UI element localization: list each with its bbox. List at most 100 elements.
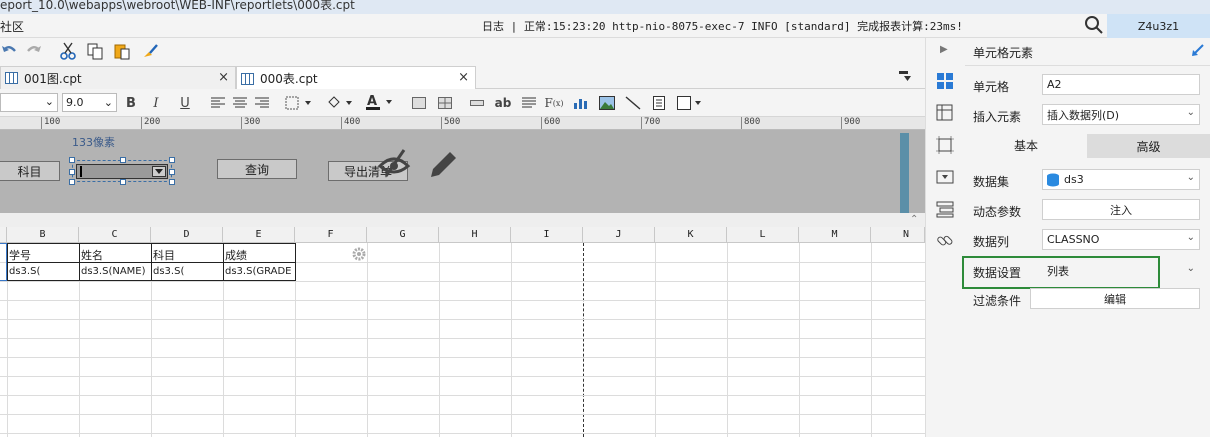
collapse-up-icon[interactable]: ⌃: [910, 214, 918, 225]
split-cells-icon[interactable]: [436, 94, 454, 112]
tab-basic[interactable]: 基本: [965, 134, 1087, 158]
cell-element-icon[interactable]: [677, 94, 703, 112]
slash-icon[interactable]: [624, 94, 642, 112]
column-header[interactable]: L: [727, 227, 799, 243]
table-header-cell[interactable]: 成绩: [225, 247, 247, 263]
table-header-cell[interactable]: 科目: [153, 247, 175, 263]
hyperlink-icon[interactable]: [936, 232, 954, 250]
column-header[interactable]: N: [871, 227, 925, 243]
align-left-icon[interactable]: [209, 94, 227, 112]
column-header-a[interactable]: [0, 227, 7, 243]
align-right-icon[interactable]: [253, 94, 271, 112]
resize-handle[interactable]: [169, 169, 175, 175]
column-header[interactable]: G: [367, 227, 439, 243]
column-header[interactable]: I: [511, 227, 583, 243]
row-icon[interactable]: [468, 94, 486, 112]
merge-cells-icon[interactable]: [410, 94, 428, 112]
condition-attr-icon[interactable]: [936, 200, 954, 218]
table-data-cell[interactable]: ds3.S(: [9, 266, 79, 277]
close-icon[interactable]: ×: [458, 70, 469, 85]
settings-gear-icon[interactable]: [352, 247, 366, 261]
table-data-cell[interactable]: ds3.S(NAME): [81, 266, 151, 277]
column-header[interactable]: K: [655, 227, 727, 243]
cell-address-input[interactable]: A2: [1042, 74, 1200, 95]
font-size-select[interactable]: 9.0 ⌄: [62, 93, 117, 112]
tab-advanced[interactable]: 高级: [1087, 134, 1210, 158]
log-status[interactable]: 日志 | 正常:15:23:20 http-nio-8075-exec-7 IN…: [482, 18, 963, 34]
column-header[interactable]: E: [223, 227, 295, 243]
parameter-pane: 科目 133像素 查询 导出清单: [0, 130, 925, 213]
tab-000-table[interactable]: 000表.cpt ×: [236, 66, 476, 90]
format-brush-icon[interactable]: [141, 42, 159, 60]
widget-icon[interactable]: [936, 168, 954, 186]
resize-handle[interactable]: [69, 169, 75, 175]
fill-color-icon[interactable]: [325, 94, 355, 112]
data-column-select[interactable]: CLASSNO ⌄: [1042, 229, 1200, 250]
table-header-cell[interactable]: 学号: [9, 247, 31, 263]
text-icon[interactable]: ab: [494, 94, 512, 112]
hide-eye-icon[interactable]: [377, 146, 411, 180]
cell-element-tab-icon[interactable]: [936, 72, 954, 90]
resize-handle[interactable]: [120, 179, 126, 185]
bold-icon[interactable]: B: [122, 94, 140, 112]
user-account[interactable]: Z4u3z1: [1107, 14, 1210, 38]
column-header[interactable]: F: [295, 227, 367, 243]
cell-attribute-icon[interactable]: [936, 104, 954, 122]
undo-icon[interactable]: [0, 42, 18, 60]
tab-001-chart[interactable]: 001图.cpt ×: [0, 66, 236, 89]
image-icon[interactable]: [598, 94, 616, 112]
combo-box-widget[interactable]: [69, 157, 175, 185]
column-header[interactable]: M: [799, 227, 871, 243]
table-header-cell[interactable]: 姓名: [81, 247, 103, 263]
inject-button[interactable]: 注入: [1042, 199, 1200, 220]
chevron-down-icon: ⌄: [103, 96, 113, 109]
column-header[interactable]: B: [7, 227, 79, 243]
pane-scroll-handle[interactable]: [900, 133, 909, 213]
filter-edit-button[interactable]: 编辑: [1030, 288, 1200, 309]
column-header[interactable]: H: [439, 227, 511, 243]
dataset-select[interactable]: ds3 ⌄: [1042, 169, 1200, 190]
search-icon[interactable]: [1084, 15, 1104, 35]
resize-handle[interactable]: [69, 157, 75, 163]
combo-box-field[interactable]: [76, 164, 168, 179]
sub-report-icon[interactable]: [650, 94, 668, 112]
expand-right-icon[interactable]: ▶: [940, 44, 948, 55]
frame-icon[interactable]: [936, 136, 954, 154]
query-button[interactable]: 查询: [217, 159, 297, 179]
resize-handle[interactable]: [169, 179, 175, 185]
subject-label[interactable]: 科目: [0, 161, 60, 181]
formula-icon[interactable]: F (x): [544, 94, 563, 112]
menu-community[interactable]: 社区: [0, 18, 24, 35]
resize-handle[interactable]: [120, 157, 126, 163]
close-icon[interactable]: ×: [218, 70, 229, 85]
column-header[interactable]: J: [583, 227, 655, 243]
insert-element-label: 插入元素: [973, 110, 1022, 124]
align-center-icon[interactable]: [231, 94, 249, 112]
selected-cell-a2[interactable]: [0, 243, 7, 281]
insert-element-select[interactable]: 插入数据列(D) ⌄: [1042, 104, 1200, 125]
border-icon[interactable]: [284, 94, 314, 112]
copy-icon[interactable]: [86, 42, 104, 60]
column-header[interactable]: C: [79, 227, 151, 243]
cut-icon[interactable]: [59, 42, 77, 60]
spreadsheet-grid[interactable]: B C D E F G H I J K L M N 学号 姓名 科目 成绩 ds…: [0, 227, 925, 437]
paste-icon[interactable]: [113, 42, 131, 60]
chart-icon[interactable]: [572, 94, 590, 112]
pane-divider[interactable]: ⌃: [0, 213, 925, 227]
paragraph-icon[interactable]: [520, 94, 538, 112]
resize-handle[interactable]: [69, 179, 75, 185]
resize-handle[interactable]: [169, 157, 175, 163]
data-setting-select[interactable]: 列表 ⌄: [1042, 260, 1200, 281]
table-data-cell[interactable]: ds3.S(GRADE: [225, 266, 295, 277]
italic-icon[interactable]: I: [147, 94, 165, 112]
column-header[interactable]: D: [151, 227, 223, 243]
font-color-icon[interactable]: A: [364, 93, 394, 111]
edit-pencil-icon[interactable]: [425, 147, 459, 181]
tab-list-icon[interactable]: [898, 70, 912, 82]
underline-icon[interactable]: U: [176, 94, 194, 112]
table-data-cell[interactable]: ds3.S(: [153, 266, 223, 277]
font-family-select[interactable]: ⌄: [0, 93, 58, 112]
dropdown-arrow-icon[interactable]: [152, 166, 166, 177]
pin-arrow-icon[interactable]: [1191, 43, 1205, 57]
redo-icon[interactable]: [25, 42, 43, 60]
